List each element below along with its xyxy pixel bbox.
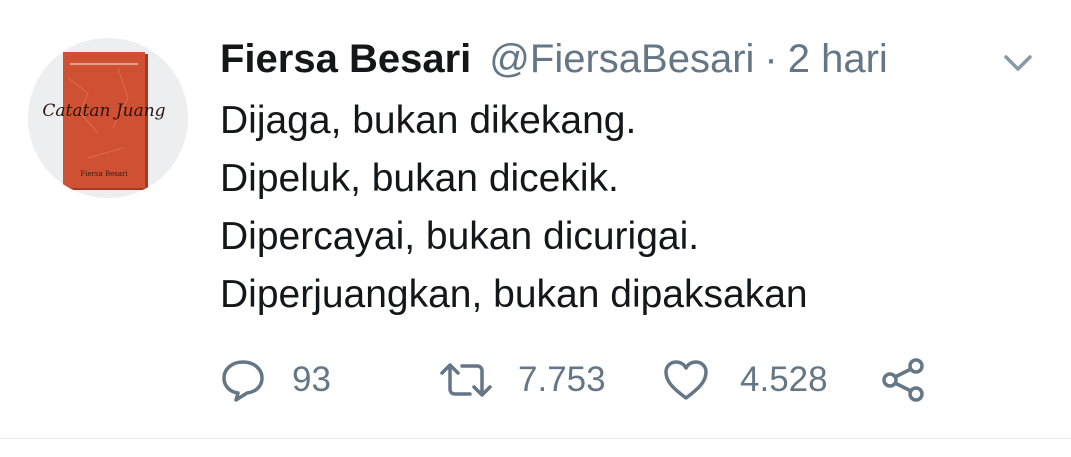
retweet-count: 7.753	[518, 360, 606, 399]
reply-count: 93	[292, 360, 331, 399]
tweet-line: Dipercayai, bukan dicurigai.	[220, 215, 700, 258]
retweet-icon	[438, 357, 494, 403]
comment-icon	[220, 357, 266, 403]
tweet-line: Dipeluk, bukan dicekik.	[220, 157, 619, 200]
avatar[interactable]: Catatan Juang Fiersa Besari	[28, 38, 188, 198]
like-count: 4.528	[740, 360, 828, 399]
share-icon	[880, 356, 928, 404]
tweet-text: Dijaga, bukan dikekang. Dipeluk, bukan d…	[220, 92, 808, 324]
author-name[interactable]: Fiersa Besari	[220, 34, 471, 84]
share-button[interactable]	[880, 352, 928, 408]
separator-dot: ·	[764, 37, 778, 81]
book-author-text: Fiersa Besari	[80, 170, 128, 178]
divider	[0, 438, 1071, 439]
tweet-line: Dijaga, bukan dikekang.	[220, 99, 637, 142]
tweet-line: Diperjuangkan, bukan dipaksakan	[220, 273, 808, 316]
like-button[interactable]: 4.528	[662, 352, 828, 408]
chevron-down-icon[interactable]	[1000, 48, 1036, 78]
reply-button[interactable]: 93	[220, 352, 331, 408]
retweet-button[interactable]: 7.753	[438, 352, 606, 408]
tweet-header: Fiersa Besari @FiersaBesari · 2 hari	[220, 34, 888, 84]
heart-icon	[662, 357, 710, 403]
author-handle[interactable]: @FiersaBesari	[489, 34, 754, 84]
book-cover-image: Catatan Juang Fiersa Besari	[28, 38, 188, 198]
tweet-timestamp[interactable]: 2 hari	[788, 34, 888, 84]
book-title-text: Catatan Juang	[42, 101, 165, 121]
tweet-actions: 93 7.753 4.528	[220, 352, 980, 408]
